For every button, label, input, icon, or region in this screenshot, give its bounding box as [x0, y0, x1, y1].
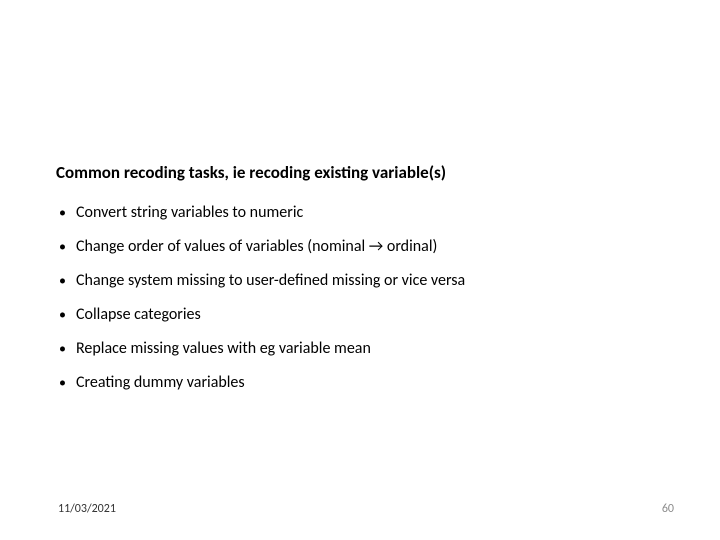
footer-page-number: 60: [662, 502, 674, 516]
list-item: Change system missing to user-defined mi…: [76, 271, 664, 291]
slide-heading: Common recoding tasks, ie recoding exist…: [56, 162, 664, 183]
bullet-list: Convert string variables to numeric Chan…: [56, 203, 664, 393]
list-item: Collapse categories: [76, 305, 664, 325]
list-item: Change order of values of variables (nom…: [76, 237, 664, 257]
list-item: Convert string variables to numeric: [76, 203, 664, 223]
list-item: Replace missing values with eg variable …: [76, 339, 664, 359]
footer-date: 11/03/2021: [58, 502, 116, 516]
slide: Common recoding tasks, ie recoding exist…: [0, 0, 720, 540]
content-area: Common recoding tasks, ie recoding exist…: [56, 162, 664, 407]
list-item: Creating dummy variables: [76, 373, 664, 393]
